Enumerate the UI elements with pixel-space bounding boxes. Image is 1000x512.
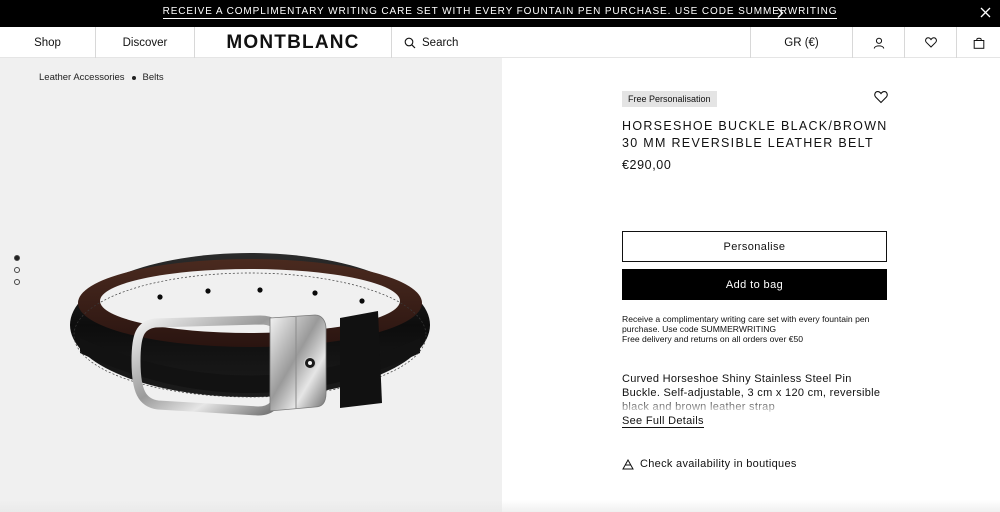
promo-bar: RECEIVE A COMPLIMENTARY WRITING CARE SET… (0, 0, 1000, 27)
check-availability-link[interactable]: Check availability in boutiques (622, 458, 797, 470)
product-gallery: Leather Accessories Belts (0, 58, 502, 512)
description-fade (622, 398, 892, 414)
main-navigation: Shop Discover MONTBLANC Search GR (€) (0, 27, 1000, 58)
gallery-dot-1[interactable] (14, 255, 20, 261)
gallery-pagination (14, 255, 20, 291)
personalisation-badge: Free Personalisation (622, 91, 717, 107)
promo-link[interactable]: RECEIVE A COMPLIMENTARY WRITING CARE SET… (0, 6, 1000, 19)
promo-text: RECEIVE A COMPLIMENTARY WRITING CARE SET… (162, 6, 838, 19)
nav-discover[interactable]: Discover (96, 27, 194, 58)
product-image-belt[interactable] (60, 243, 440, 443)
check-availability-label: Check availability in boutiques (640, 458, 797, 470)
nav-shop[interactable]: Shop (0, 27, 95, 58)
montblanc-logo[interactable]: MONTBLANC (195, 27, 391, 58)
bag-button[interactable] (957, 27, 1000, 58)
promo-info: Receive a complimentary writing care set… (622, 314, 892, 344)
delivery-info-line: Free delivery and returns on all orders … (622, 334, 804, 344)
search-button[interactable]: Search (404, 27, 458, 58)
user-icon (873, 37, 884, 49)
promo-info-line: Receive a complimentary writing care set… (622, 314, 870, 334)
gallery-dot-3[interactable] (14, 279, 20, 285)
breadcrumb-belts[interactable]: Belts (143, 72, 164, 83)
heart-icon[interactable] (874, 90, 888, 104)
chevron-right-icon[interactable] (774, 7, 786, 19)
breadcrumb-separator (131, 75, 136, 80)
bag-icon (973, 37, 984, 49)
search-icon (404, 37, 416, 48)
personalise-button[interactable]: Personalise (622, 231, 887, 262)
product-title: HORSESHOE BUCKLE BLACK/BROWN 30 MM REVER… (622, 119, 888, 150)
product-price: €290,00 (622, 158, 672, 172)
wishlist-button[interactable] (905, 27, 956, 58)
breadcrumb-leather-accessories[interactable]: Leather Accessories (39, 72, 125, 83)
region-selector[interactable]: GR (€) (751, 27, 852, 58)
account-button[interactable] (853, 27, 904, 58)
add-to-bag-button[interactable]: Add to bag (622, 269, 887, 300)
heart-icon (924, 37, 937, 48)
search-label: Search (422, 36, 459, 49)
nav-divider (391, 27, 392, 58)
gallery-dot-2[interactable] (14, 267, 20, 273)
see-full-details-link[interactable]: See Full Details (622, 415, 704, 428)
breadcrumb: Leather Accessories Belts (39, 72, 164, 83)
close-icon[interactable] (979, 6, 992, 19)
boutique-icon (622, 458, 634, 469)
bottom-shadow (0, 500, 1000, 512)
